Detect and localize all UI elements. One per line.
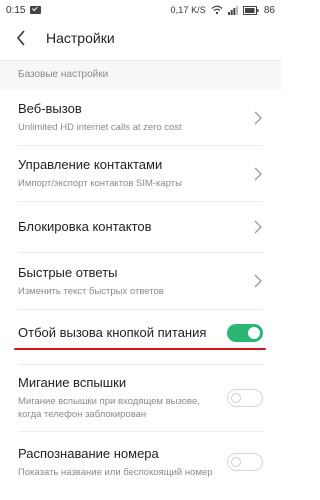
settings-item-subtitle: Показать название или беспокоящий номер — [18, 466, 213, 478]
settings-item-title: Управление контактами — [18, 157, 163, 172]
settings-item-contacts-management[interactable]: Управление контактами Импорт/экспорт кон… — [0, 146, 281, 201]
settings-item-flash-blink[interactable]: Мигание вспышки Мигание вспышки при вход… — [0, 365, 281, 431]
chevron-right-icon — [254, 111, 262, 124]
chevron-right-icon — [254, 220, 262, 234]
page-title: Настройки — [46, 30, 115, 46]
flash-blink-toggle[interactable] — [227, 389, 263, 407]
toggle-knob — [231, 457, 241, 467]
settings-item-block-contacts[interactable]: Блокировка контактов — [0, 202, 281, 252]
settings-item-subtitle: Unlimited HD internet calls at zero cost — [18, 122, 182, 133]
settings-item-title: Блокировка контактов — [18, 219, 152, 234]
chevron-right-icon — [254, 274, 262, 288]
status-time: 0:15 — [6, 4, 26, 16]
app-header: Настройки — [0, 22, 281, 54]
toggle-knob — [248, 327, 260, 339]
section-title: Базовые настройки — [0, 61, 281, 90]
highlight-underline — [14, 348, 266, 350]
settings-list: Веб-вызов Unlimited HD internet calls at… — [0, 90, 281, 492]
back-arrow-icon[interactable] — [14, 30, 28, 46]
settings-item-subtitle: Импорт/экспорт контактов SIM-карты — [18, 178, 182, 189]
settings-item-title: Распознавание номера — [18, 445, 159, 461]
toggle-knob — [231, 393, 241, 403]
settings-item-subtitle: Изменить текст быстрых ответов — [18, 285, 164, 297]
settings-item-title: Отбой вызова кнопкой питания — [18, 325, 207, 340]
chevron-right-icon — [254, 167, 262, 180]
power-button-end-call-toggle[interactable] — [227, 324, 263, 342]
settings-item-title: Мигание вспышки — [18, 375, 127, 390]
settings-item-title: Быстрые ответы — [18, 264, 118, 280]
settings-item-caller-id[interactable]: Распознавание номера Показать название и… — [0, 432, 281, 492]
battery-level: 86 — [263, 4, 275, 16]
signal-icon — [227, 6, 238, 15]
battery-icon — [242, 5, 259, 15]
settings-item-quick-replies[interactable]: Быстрые ответы Изменить текст быстрых от… — [0, 253, 281, 309]
network-rate: 0,17 K/S — [170, 5, 206, 15]
settings-item-web-call[interactable]: Веб-вызов Unlimited HD internet calls at… — [0, 90, 281, 145]
mail-notification-icon — [30, 6, 42, 14]
settings-item-subtitle: Мигание вспышки при входящем вызове, ког… — [18, 396, 200, 420]
wifi-icon — [211, 5, 223, 15]
caller-id-toggle[interactable] — [227, 453, 263, 471]
settings-item-title: Веб-вызов — [18, 101, 82, 116]
status-bar: 0:15 0,17 K/S 86 — [0, 0, 281, 20]
